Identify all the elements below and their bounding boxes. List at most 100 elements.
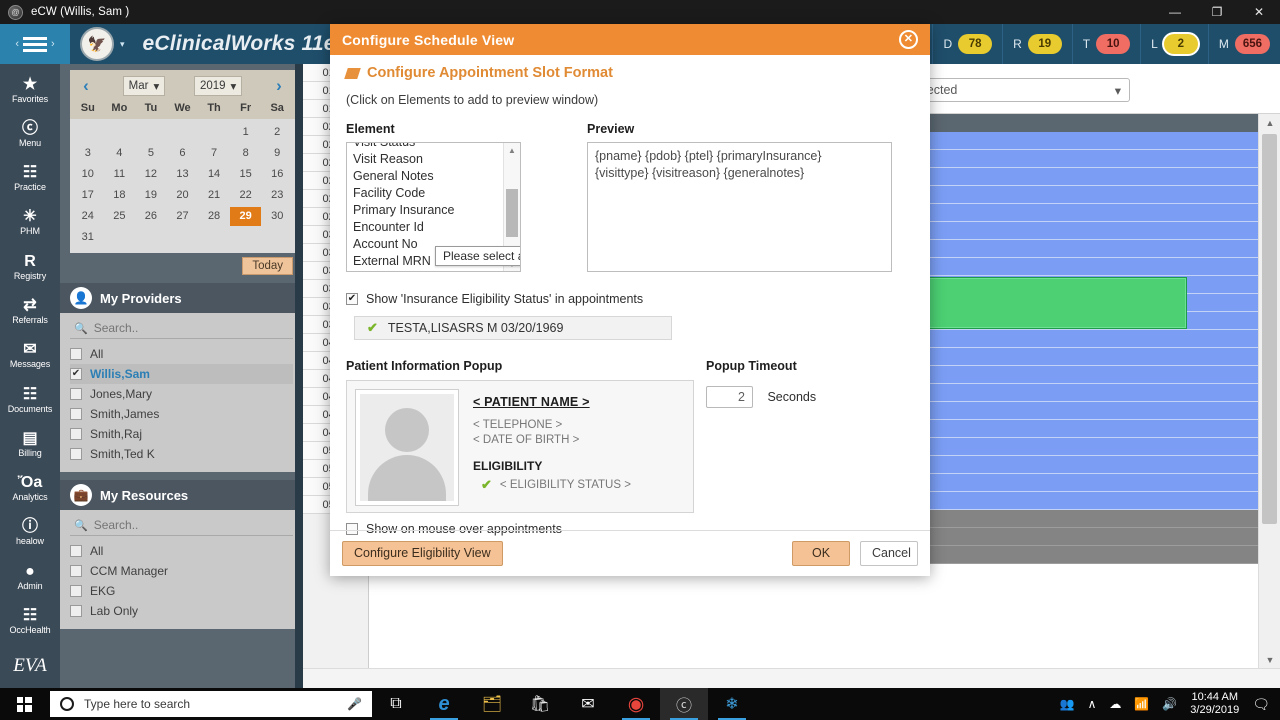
element-list-item[interactable]: Primary Insurance [347,202,503,219]
scrollbar-thumb[interactable] [1262,134,1277,524]
calendar-day[interactable]: 7 [198,144,230,163]
volume-icon[interactable]: 🔊 [1162,697,1177,711]
provider-checkbox[interactable]: ✔ [70,368,82,380]
year-select[interactable]: 2019 ▾ [193,76,243,96]
next-month-button[interactable]: › [271,76,287,96]
rail-item-occhealth[interactable]: ☷ OccHealth [0,599,60,643]
calendar-day[interactable]: 11 [104,165,136,184]
edge-icon[interactable]: e [420,688,468,720]
calendar-day[interactable]: 23 [261,186,293,205]
provider-item[interactable]: ✔ Willis,Sam [70,364,293,384]
list-scrollbar-thumb[interactable] [506,189,518,237]
calendar-day[interactable]: 31 [72,228,104,247]
mail-icon[interactable]: ✉ [564,688,612,720]
scroll-down-arrow[interactable]: ▼ [1259,651,1280,668]
provider-item[interactable]: Jones,Mary [70,384,293,404]
dialog-close-icon[interactable]: ✕ [899,30,918,49]
prev-month-button[interactable]: ‹ [78,76,94,96]
calendar-day[interactable]: 5 [135,144,167,163]
counter-d[interactable]: D 78 [932,24,1002,64]
resource-checkbox[interactable] [70,585,82,597]
practice-logo[interactable]: 🦅 [80,27,114,61]
cancel-button[interactable]: Cancel [860,541,918,566]
resource-checkbox[interactable] [70,545,82,557]
calendar-day[interactable]: 16 [261,165,293,184]
network-icon[interactable]: 📶 [1134,697,1149,711]
calendar-day[interactable]: 3 [72,144,104,163]
schedule-scrollbar[interactable]: ▲ ▼ [1258,114,1280,668]
calendar-day[interactable]: 9 [261,144,293,163]
taskbar-search[interactable]: Type here to search 🎤 [50,691,372,717]
rail-item-admin[interactable]: ● Admin [0,555,60,599]
calendar-day[interactable]: 2 [261,123,293,142]
rail-item-eva[interactable]: EVA [0,644,60,688]
rail-item-billing[interactable]: ▤ Billing [0,422,60,466]
calendar-day[interactable]: 22 [230,186,262,205]
start-button[interactable] [0,688,48,720]
rail-item-practice[interactable]: ☷ Practice [0,157,60,201]
eligibility-checkbox[interactable]: ✔ [346,293,358,305]
microsoft-store-icon[interactable]: 🛍 [516,688,564,720]
rail-item-phm[interactable]: ✳ PHM [0,201,60,245]
chrome-icon[interactable]: ◉ [612,688,660,720]
chevron-down-icon[interactable]: ▾ [120,39,125,50]
element-list-item[interactable]: General Notes [347,168,503,185]
file-explorer-icon[interactable]: 🗂 [468,688,516,720]
rail-item-healow[interactable]: ⓘ healow [0,511,60,555]
rail-item-referrals[interactable]: ⇄ Referrals [0,289,60,333]
action-center-icon[interactable]: 🗨 [1252,696,1270,713]
resource-item[interactable]: Lab Only [70,601,293,621]
provider-checkbox[interactable] [70,408,82,420]
rail-item-messages[interactable]: ✉ Messages [0,334,60,378]
calendar-day[interactable]: 24 [72,207,104,226]
resource-item[interactable]: CCM Manager [70,561,293,581]
maximize-button[interactable]: ❐ [1196,0,1238,24]
calendar-day[interactable]: 10 [72,165,104,184]
task-view-icon[interactable]: ⧉ [372,688,420,720]
preview-box[interactable]: {pname} {pdob} {ptel} {primaryInsurance}… [587,142,892,272]
resource-item[interactable]: EKG [70,581,293,601]
calendar-day[interactable]: 26 [135,207,167,226]
resources-search-input[interactable] [93,518,291,532]
resources-search[interactable]: 🔍 [70,516,293,536]
element-list-item[interactable]: Encounter Id [347,219,503,236]
provider-checkbox[interactable] [70,388,82,400]
today-button[interactable]: Today [242,257,293,275]
counter-m[interactable]: M 656 [1207,24,1280,64]
calendar-day[interactable]: 8 [230,144,262,163]
element-list-item[interactable]: Visit Status [347,143,503,151]
counter-r[interactable]: R 19 [1002,24,1072,64]
provider-item[interactable]: Smith,Raj [70,424,293,444]
provider-item[interactable]: All [70,344,293,364]
popup-timeout-input[interactable]: 2 [706,386,753,408]
close-button[interactable]: ✕ [1238,0,1280,24]
eligibility-checkbox-row[interactable]: ✔ Show 'Insurance Eligibility Status' in… [346,292,914,306]
configure-eligibility-view-button[interactable]: Configure Eligibility View [342,541,503,566]
minimize-button[interactable]: — [1154,0,1196,24]
calendar-day[interactable]: 28 [198,207,230,226]
resource-checkbox[interactable] [70,605,82,617]
calendar-day[interactable]: 17 [72,186,104,205]
calendar-day[interactable]: 15 [230,165,262,184]
microphone-icon[interactable]: 🎤 [347,697,362,711]
month-select[interactable]: Mar ▾ [122,76,166,96]
scroll-up-arrow[interactable]: ▲ [1259,114,1280,131]
rail-item-analytics[interactable]: Ὄa Analytics [0,467,60,511]
resource-checkbox[interactable] [70,565,82,577]
calendar-day[interactable]: 30 [261,207,293,226]
calendar-day[interactable]: 27 [167,207,199,226]
calendar-day[interactable]: 14 [198,165,230,184]
rail-item-registry[interactable]: R Registry [0,245,60,289]
calendar-day[interactable]: 18 [104,186,136,205]
provider-item[interactable]: Smith,Ted K [70,444,293,464]
settings-app-icon[interactable]: ❄ [708,688,756,720]
providers-search-input[interactable] [93,321,291,335]
calendar-day[interactable]: 12 [135,165,167,184]
provider-checkbox[interactable] [70,448,82,460]
calendar-day[interactable]: 13 [167,165,199,184]
ok-button[interactable]: OK [792,541,850,566]
provider-checkbox[interactable] [70,428,82,440]
provider-checkbox[interactable] [70,348,82,360]
provider-item[interactable]: Smith,James [70,404,293,424]
calendar-day[interactable]: 19 [135,186,167,205]
